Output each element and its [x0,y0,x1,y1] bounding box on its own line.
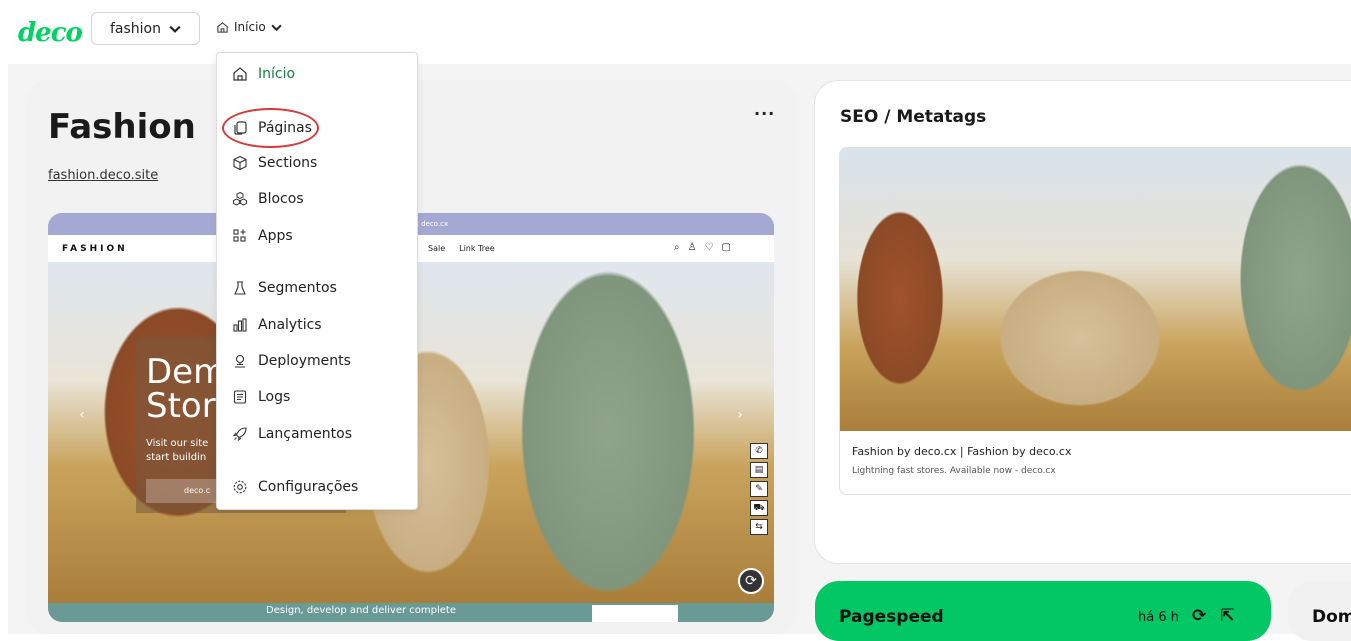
menu-item-label: Blocos [258,191,304,207]
logs-icon [231,388,249,406]
external-link-icon[interactable]: ⇱ [1220,606,1234,626]
swap-icon: ⇆ [750,519,768,535]
chart-icon [231,316,249,334]
menu-item-label: Apps [258,228,293,244]
highlight-circle [222,108,319,148]
deploy-icon [231,352,249,370]
chevron-down-icon [169,25,181,33]
preview-footer-input [592,605,678,622]
whatsapp-icon: ✆ [750,443,768,459]
chevron-down-icon [271,24,282,31]
preview-footer-text: Design, develop and deliver complete [266,605,456,616]
pagespeed-title: Pagespeed [839,607,944,627]
rocket-icon [231,425,249,443]
site-url-link[interactable]: fashion.deco.site [48,168,158,183]
preview-nav-icons: ⌕ ♙ ♡ ▢ [674,242,731,253]
menu-item-logs[interactable]: Logs [231,386,290,408]
menu-item-label: Analytics [258,317,322,333]
menu-item-label: Lançamentos [258,426,353,442]
seo-preview: Fashion by deco.cx | Fashion by deco.cx … [839,147,1351,495]
menu-item-deployments[interactable]: Deployments [231,350,351,372]
blocks-icon [231,190,249,208]
deco-logo[interactable]: deco [18,18,83,48]
site-selector-label: fashion [109,20,161,37]
menu-item-configuracoes[interactable]: Configurações [231,476,358,498]
pagespeed-actions: ⟳ ⇱ [1192,606,1235,626]
menu-item-label: Sections [258,155,318,171]
user-icon: ♙ [687,242,697,253]
chevron-left-icon: ‹ [79,407,85,423]
heart-icon: ♡ [704,242,714,253]
search-icon: ⌕ [674,242,680,253]
home-icon [217,21,228,33]
cube-icon [231,154,249,172]
refresh-icon[interactable]: ⟳ [1192,606,1206,626]
preview-brand: FASHION [62,244,128,254]
seo-preview-image [840,148,1351,431]
seo-card-title: SEO / Metatags [840,107,987,127]
preview-footer: Design, develop and deliver complete [48,603,774,622]
menu-item-inicio[interactable]: Início [231,63,295,85]
preview-nav-link: Sale [428,244,446,253]
menu-item-blocos[interactable]: Blocos [231,188,304,210]
seo-description: Lightning fast stores. Available now - d… [852,466,1056,476]
menu-item-lancamentos[interactable]: Lançamentos [231,423,352,445]
apps-icon [231,227,249,245]
chevron-right-icon: › [737,407,743,423]
preview-side-toolbar: ✆ ▤ ✎ ⛟ ⇆ [750,443,770,535]
breadcrumb-label: Início [234,20,266,34]
preview-nav-links: Sale Link Tree [428,244,495,253]
refresh-icon: ⟳ [738,568,764,594]
menu-item-segmentos[interactable]: Segmentos [231,277,337,299]
preview-nav-link: Link Tree [459,244,495,253]
menu-item-label: Logs [258,389,291,405]
menu-item-apps[interactable]: Apps [231,225,293,247]
seo-page-title: Fashion by deco.cx | Fashion by deco.cx [852,445,1072,458]
home-icon [231,65,249,83]
more-options-button[interactable]: ··· [754,104,775,123]
domains-title: Dom [1312,607,1351,627]
menu-item-label: Segmentos [258,280,337,296]
site-title: Fashion [48,107,196,147]
menu-item-analytics[interactable]: Analytics [231,314,322,336]
menu-item-label: Início [258,66,296,82]
pagespeed-timestamp: há 6 h [1138,610,1179,625]
chat-icon: ▤ [750,462,768,478]
topbar: deco fashion Início [0,0,1351,64]
gear-icon [231,478,249,496]
bag-icon: ▢ [721,242,731,253]
pencil-icon: ✎ [750,481,768,497]
breadcrumb[interactable]: Início [216,20,282,34]
menu-item-label: Deployments [258,353,351,369]
flask-icon [231,279,249,297]
site-selector[interactable]: fashion [91,12,200,45]
menu-item-sections[interactable]: Sections [231,152,317,174]
truck-icon: ⛟ [750,500,768,516]
menu-item-label: Configurações [258,479,359,495]
